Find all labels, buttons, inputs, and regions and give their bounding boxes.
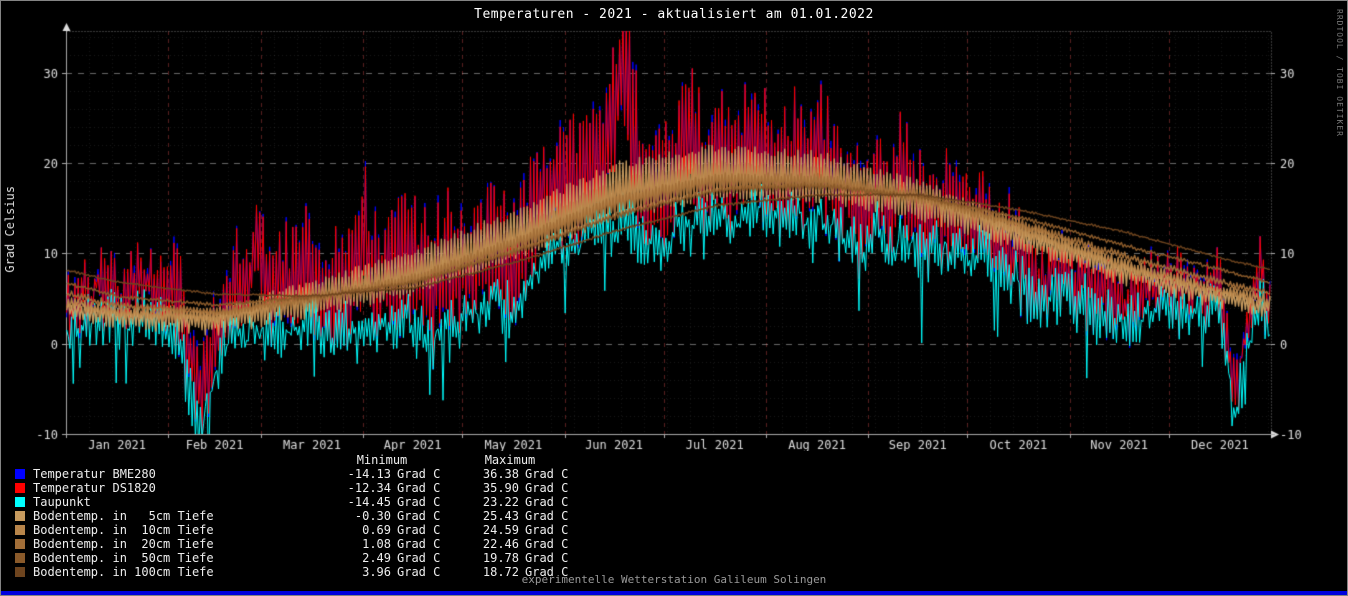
legend-header-row: Minimum Maximum	[15, 453, 571, 467]
series-max-value: 25.43	[449, 509, 519, 523]
series-swatch-soil-50cm	[15, 553, 25, 563]
series-label: Temperatur DS1820	[33, 481, 315, 495]
series-max-value: 35.90	[449, 481, 519, 495]
series-swatch-soil-20cm	[15, 539, 25, 549]
series-max-unit: Grad C	[525, 523, 571, 537]
series-swatch-bme280	[15, 469, 25, 479]
series-min-unit: Grad C	[397, 467, 443, 481]
series-swatch-ds1820	[15, 483, 25, 493]
series-max-unit: Grad C	[525, 467, 571, 481]
series-min-unit: Grad C	[397, 509, 443, 523]
series-label: Bodentemp. in 50cm Tiefe	[33, 551, 315, 565]
bottom-accent-bar	[1, 591, 1347, 595]
series-min-value: -14.13	[321, 467, 391, 481]
series-max-value: 22.46	[449, 537, 519, 551]
legend-row-soil-5cm: Bodentemp. in 5cm Tiefe -0.30 Grad C 25.…	[15, 509, 571, 523]
series-swatch-taupunkt	[15, 497, 25, 507]
series-label: Bodentemp. in 20cm Tiefe	[33, 537, 315, 551]
series-label: Temperatur BME280	[33, 467, 315, 481]
series-min-unit: Grad C	[397, 495, 443, 509]
legend-row-taupunkt: Taupunkt -14.45 Grad C 23.22 Grad C	[15, 495, 571, 509]
legend-row-bme280: Temperatur BME280 -14.13 Grad C 36.38 Gr…	[15, 467, 571, 481]
series-max-unit: Grad C	[525, 551, 571, 565]
legend-max-header: Maximum	[449, 453, 571, 467]
series-max-unit: Grad C	[525, 537, 571, 551]
series-swatch-soil-5cm	[15, 511, 25, 521]
series-max-value: 36.38	[449, 467, 519, 481]
series-min-value: -14.45	[321, 495, 391, 509]
series-max-unit: Grad C	[525, 509, 571, 523]
series-max-unit: Grad C	[525, 495, 571, 509]
rrdtool-graph-image: Temperaturen - 2021 - aktualisiert am 01…	[0, 0, 1348, 596]
series-max-unit: Grad C	[525, 481, 571, 495]
chart-legend: Minimum Maximum Temperatur BME280 -14.13…	[15, 453, 571, 579]
series-min-value: -12.34	[321, 481, 391, 495]
legend-row-soil-50cm: Bodentemp. in 50cm Tiefe 2.49 Grad C 19.…	[15, 551, 571, 565]
series-min-unit: Grad C	[397, 537, 443, 551]
series-min-value: 0.69	[321, 523, 391, 537]
y-axis-label: Grad Celsius	[3, 186, 17, 273]
series-max-value: 19.78	[449, 551, 519, 565]
legend-min-header: Minimum	[321, 453, 443, 467]
series-min-value: 1.08	[321, 537, 391, 551]
series-min-value: 2.49	[321, 551, 391, 565]
legend-row-soil-20cm: Bodentemp. in 20cm Tiefe 1.08 Grad C 22.…	[15, 537, 571, 551]
footer-caption: experimentelle Wetterstation Galileum So…	[1, 573, 1347, 586]
series-min-value: -0.30	[321, 509, 391, 523]
rrdtool-watermark: RRDTOOL / TOBI OETIKER	[1335, 9, 1344, 137]
series-min-unit: Grad C	[397, 551, 443, 565]
series-max-value: 24.59	[449, 523, 519, 537]
series-max-value: 23.22	[449, 495, 519, 509]
series-label: Taupunkt	[33, 495, 315, 509]
series-label: Bodentemp. in 5cm Tiefe	[33, 509, 315, 523]
series-min-unit: Grad C	[397, 481, 443, 495]
legend-row-soil-10cm: Bodentemp. in 10cm Tiefe 0.69 Grad C 24.…	[15, 523, 571, 537]
series-label: Bodentemp. in 10cm Tiefe	[33, 523, 315, 537]
series-swatch-soil-10cm	[15, 525, 25, 535]
legend-row-ds1820: Temperatur DS1820 -12.34 Grad C 35.90 Gr…	[15, 481, 571, 495]
chart-plot-canvas	[1, 1, 1348, 451]
series-min-unit: Grad C	[397, 523, 443, 537]
